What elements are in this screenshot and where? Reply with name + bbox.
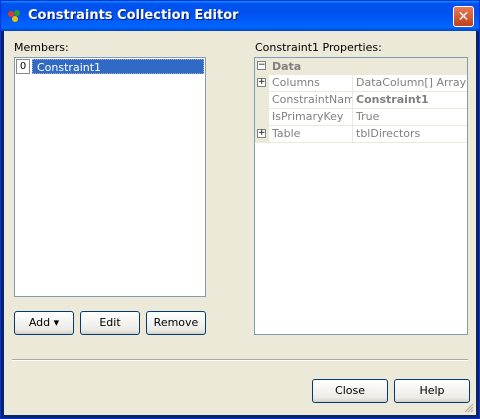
add-button[interactable]: Add ▾ [14, 311, 74, 335]
properties-label: Constraint1 Properties: [255, 41, 382, 54]
property-grid[interactable]: − Data + Columns DataColumn[] Array Cons… [254, 57, 468, 335]
help-button[interactable]: Help [394, 379, 470, 403]
close-window-button[interactable]: ✕ [453, 6, 474, 27]
list-item-name[interactable]: Constraint1 [32, 59, 204, 74]
row-gutter: + [255, 126, 269, 143]
row-gutter [255, 109, 269, 126]
list-item[interactable]: 0 Constraint1 [16, 59, 204, 74]
close-button[interactable]: Close [312, 379, 388, 403]
property-name: Columns [269, 75, 353, 91]
expand-icon[interactable]: + [257, 129, 266, 138]
members-list[interactable]: 0 Constraint1 [14, 57, 206, 297]
property-row-isprimarykey[interactable]: IsPrimaryKey True [255, 109, 467, 126]
property-value[interactable]: tblDirectors [354, 126, 468, 142]
category-label: Data [272, 60, 302, 73]
property-row-constraintname[interactable]: ConstraintName Constraint1 [255, 92, 467, 109]
app-icon [8, 10, 20, 22]
dialog-client-area: Members: 0 Constraint1 Add ▾ Edit Remove… [4, 31, 476, 415]
property-name: IsPrimaryKey [269, 109, 353, 125]
property-name: Table [269, 126, 353, 142]
resize-grip-icon[interactable] [462, 401, 474, 413]
expand-icon[interactable]: + [257, 78, 266, 87]
property-row-table[interactable]: + Table tblDirectors [255, 126, 467, 143]
row-gutter [255, 92, 269, 109]
property-name: ConstraintName [269, 92, 353, 108]
title-bar[interactable]: Constraints Collection Editor ✕ [1, 1, 479, 31]
separator [12, 359, 468, 361]
window-title: Constraints Collection Editor [28, 8, 239, 23]
list-item-index: 0 [16, 59, 30, 74]
property-value[interactable]: True [354, 109, 468, 125]
category-row-data[interactable]: − Data [255, 58, 467, 75]
remove-button[interactable]: Remove [146, 311, 206, 335]
property-row-columns[interactable]: + Columns DataColumn[] Array [255, 75, 467, 92]
members-label: Members: [14, 41, 69, 54]
dialog-window: Constraints Collection Editor ✕ Members:… [0, 0, 480, 419]
row-gutter: + [255, 75, 269, 92]
collapse-icon[interactable]: − [257, 61, 266, 70]
property-value[interactable]: Constraint1 [354, 92, 468, 108]
edit-button[interactable]: Edit [80, 311, 140, 335]
property-value[interactable]: DataColumn[] Array [354, 75, 468, 91]
